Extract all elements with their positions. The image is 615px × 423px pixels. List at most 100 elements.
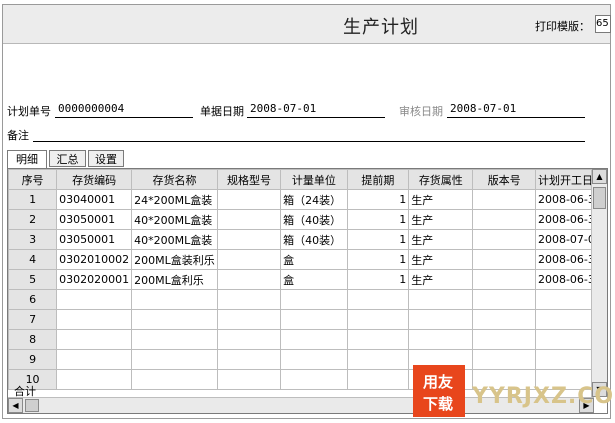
column-header[interactable]: 存货名称 <box>131 169 218 190</box>
table-row[interactable]: 8 <box>8 329 607 350</box>
table-cell-attr[interactable]: 生产 <box>408 269 474 290</box>
table-cell-code[interactable]: 0302010002 <box>56 249 133 270</box>
table-cell-name[interactable] <box>131 289 218 310</box>
column-header[interactable]: 规格型号 <box>216 169 282 190</box>
table-cell-spec[interactable] <box>216 369 282 390</box>
table-cell-lead[interactable] <box>346 329 410 350</box>
table-cell-lead[interactable] <box>346 289 410 310</box>
table-cell-unit[interactable]: 盒 <box>280 269 348 290</box>
remark-field[interactable] <box>33 141 585 142</box>
table-cell-name[interactable]: 40*200ML盒装 <box>131 229 218 250</box>
tab-detail[interactable]: 明细 <box>7 150 47 168</box>
horizontal-scroll-thumb[interactable] <box>25 399 39 412</box>
table-cell-lead[interactable]: 1 <box>346 209 410 230</box>
table-cell-spec[interactable] <box>216 189 282 210</box>
table-cell-attr[interactable]: 生产 <box>408 229 474 250</box>
table-cell-name[interactable] <box>131 369 218 390</box>
table-cell-attr[interactable] <box>408 289 474 310</box>
column-header[interactable]: 存货编码 <box>56 169 133 190</box>
table-cell-attr[interactable]: 生产 <box>408 249 474 270</box>
table-cell-code[interactable]: 03040001 <box>56 189 133 210</box>
table-cell-spec[interactable] <box>216 309 282 330</box>
table-row[interactable]: 4 0302010002 200ML盒装利乐盒 1 生产 2008-06-30 <box>8 249 607 270</box>
table-cell-lead[interactable] <box>346 349 410 370</box>
table-cell-attr[interactable]: 生产 <box>408 189 474 210</box>
table-cell-unit[interactable] <box>280 309 348 330</box>
doc-date-field[interactable]: 2008-07-01 <box>250 102 316 115</box>
table-cell-code[interactable] <box>56 369 133 390</box>
table-cell-lead[interactable] <box>346 369 410 390</box>
table-cell-spec[interactable] <box>216 269 282 290</box>
table-cell-unit[interactable]: 箱（40装） <box>280 209 348 230</box>
table-cell-spec[interactable] <box>216 209 282 230</box>
table-cell-unit[interactable] <box>280 349 348 370</box>
table-row[interactable]: 2 03050001 40*200ML盒装 箱（40装） 1 生产 2008-06-30 <box>8 209 607 230</box>
table-row[interactable]: 6 <box>8 289 607 310</box>
table-cell-lead[interactable]: 1 <box>346 189 410 210</box>
table-cell-spec[interactable] <box>216 349 282 370</box>
table-row[interactable]: 1 03040001 24*200ML盒装 箱（24装） 1 生产 2008-06-30 <box>8 189 607 210</box>
table-cell-spec[interactable] <box>216 229 282 250</box>
table-cell-ver[interactable] <box>472 229 536 250</box>
column-header[interactable]: 计量单位 <box>280 169 348 190</box>
table-cell-attr[interactable] <box>408 329 474 350</box>
table-cell-code[interactable]: 03050001 <box>56 209 133 230</box>
table-cell-ver[interactable] <box>472 349 536 370</box>
row-number-cell: 7 <box>8 309 58 330</box>
table-row[interactable]: 3 03050001 40*200ML盒装 箱（40装） 1 生产 2008-07-01 <box>8 229 607 250</box>
table-cell-ver[interactable] <box>472 249 536 270</box>
table-cell-code[interactable] <box>56 329 133 350</box>
table-cell-name[interactable] <box>131 329 218 350</box>
table-cell-ver[interactable] <box>472 329 536 350</box>
table-cell-unit[interactable] <box>280 329 348 350</box>
table-cell-lead[interactable]: 1 <box>346 229 410 250</box>
column-header[interactable]: 存货属性 <box>408 169 474 190</box>
table-cell-ver[interactable] <box>472 209 536 230</box>
row-number-cell: 8 <box>8 329 58 350</box>
table-cell-code[interactable] <box>56 289 133 310</box>
table-cell-ver[interactable] <box>472 289 536 310</box>
plan-no-field[interactable]: 0000000004 <box>58 102 124 115</box>
table-cell-ver[interactable] <box>472 309 536 330</box>
table-cell-spec[interactable] <box>216 289 282 310</box>
scroll-left-icon[interactable]: ◀ <box>8 398 23 413</box>
table-cell-spec[interactable] <box>216 249 282 270</box>
table-cell-unit[interactable]: 箱（40装） <box>280 229 348 250</box>
table-cell-lead[interactable]: 1 <box>346 269 410 290</box>
table-cell-spec[interactable] <box>216 329 282 350</box>
table-row[interactable]: 9 <box>8 349 607 370</box>
table-cell-name[interactable]: 200ML盒装利乐 <box>131 249 218 270</box>
table-cell-ver[interactable] <box>472 189 536 210</box>
table-cell-name[interactable] <box>131 309 218 330</box>
table-cell-code[interactable]: 03050001 <box>56 229 133 250</box>
table-row[interactable]: 5 0302020001 200ML盒利乐盒 1 生产 2008-06-30 <box>8 269 607 290</box>
table-cell-unit[interactable] <box>280 369 348 390</box>
scroll-up-icon[interactable]: ▲ <box>592 169 607 184</box>
table-cell-attr[interactable]: 生产 <box>408 209 474 230</box>
table-cell-name[interactable]: 40*200ML盒装 <box>131 209 218 230</box>
table-cell-name[interactable] <box>131 349 218 370</box>
row-number-cell: 3 <box>8 229 58 250</box>
tab-summary[interactable]: 汇总 <box>49 150 86 167</box>
table-cell-attr[interactable] <box>408 309 474 330</box>
vertical-scroll-thumb[interactable] <box>593 187 606 209</box>
table-cell-name[interactable]: 24*200ML盒装 <box>131 189 218 210</box>
column-header[interactable]: 序号 <box>8 169 58 190</box>
column-header[interactable]: 提前期 <box>346 169 410 190</box>
table-cell-code[interactable] <box>56 309 133 330</box>
table-cell-code[interactable] <box>56 349 133 370</box>
table-cell-unit[interactable] <box>280 289 348 310</box>
table-cell-lead[interactable] <box>346 309 410 330</box>
table-cell-name[interactable]: 200ML盒利乐 <box>131 269 218 290</box>
table-row[interactable]: 7 <box>8 309 607 330</box>
title-bar: 生产计划 打印模版： 65 <box>3 5 611 44</box>
print-template-select[interactable]: 65 <box>595 15 611 33</box>
vertical-scrollbar[interactable]: ▲ ▼ <box>591 169 607 397</box>
column-header[interactable]: 版本号 <box>472 169 536 190</box>
table-cell-ver[interactable] <box>472 269 536 290</box>
table-cell-code[interactable]: 0302020001 <box>56 269 133 290</box>
table-cell-unit[interactable]: 盒 <box>280 249 348 270</box>
tab-settings[interactable]: 设置 <box>88 150 124 167</box>
table-cell-lead[interactable]: 1 <box>346 249 410 270</box>
table-cell-unit[interactable]: 箱（24装） <box>280 189 348 210</box>
